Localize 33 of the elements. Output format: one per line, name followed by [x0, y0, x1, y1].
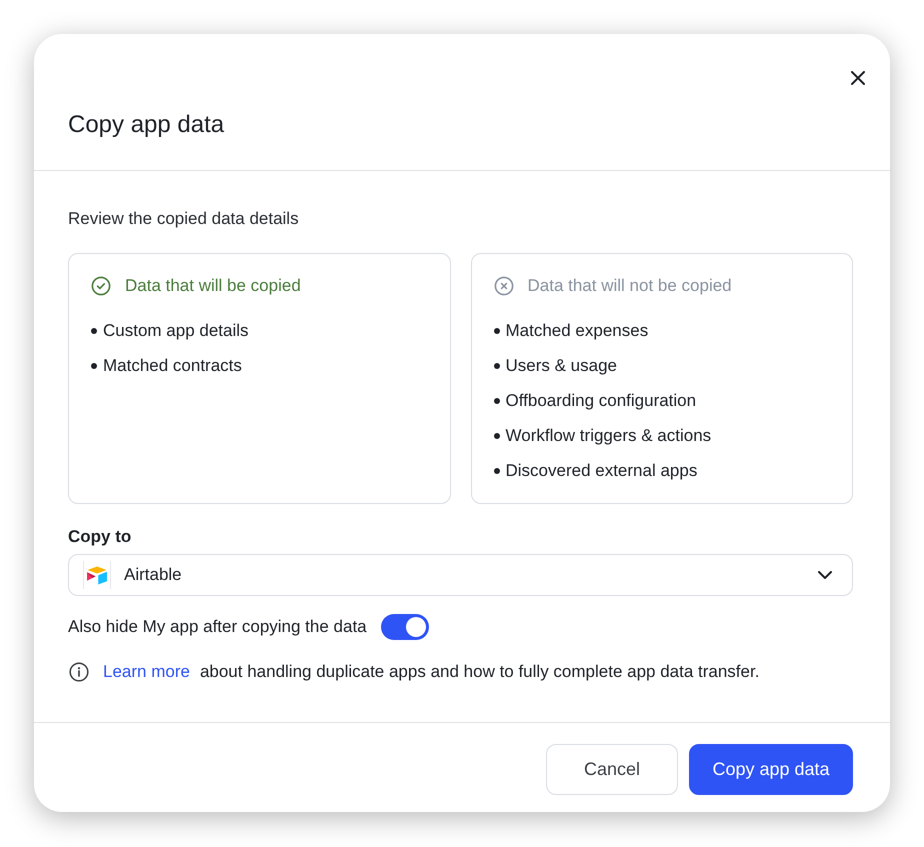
bullet-icon: [494, 433, 500, 439]
list-item-text: Offboarding configuration: [506, 390, 696, 412]
chevron-down-icon: [818, 571, 832, 579]
list-item-text: Users & usage: [506, 355, 617, 377]
info-text: about handling duplicate apps and how to fully complete app data transfer.: [200, 661, 760, 683]
dialog-title: Copy app data: [68, 110, 226, 140]
bullet-icon: [494, 363, 500, 369]
list-item-text: Matched contracts: [103, 355, 242, 377]
learn-more-link[interactable]: Learn more: [103, 660, 190, 684]
bullet-icon: [91, 363, 97, 369]
list-item-text: Workflow triggers & actions: [506, 425, 712, 447]
x-circle-icon: [494, 276, 514, 296]
list-item-text: Discovered external apps: [506, 460, 698, 482]
copy-button[interactable]: Copy app data: [689, 744, 853, 795]
info-icon: [69, 662, 89, 682]
app-select[interactable]: Airtable: [68, 554, 853, 596]
close-icon: [851, 71, 865, 85]
bullet-icon: [494, 328, 500, 334]
bullet-icon: [91, 328, 97, 334]
field-label: Copy to: [68, 526, 132, 548]
list-item-text: Matched expenses: [506, 320, 648, 342]
toggle-switch[interactable]: [380, 614, 429, 640]
intro-text: Review the copied data details: [68, 208, 300, 230]
check-circle-icon: [91, 276, 111, 296]
bullet-icon: [494, 468, 500, 474]
cancel-button[interactable]: Cancel: [546, 744, 678, 795]
panel-heading: Data that will be copied: [125, 275, 301, 297]
bullet-icon: [494, 398, 500, 404]
list-item-text: Custom app details: [103, 320, 249, 342]
toggle-label: Also hide My app after copying the data: [68, 616, 367, 638]
panel-heading: Data that will not be copied: [528, 275, 732, 297]
app-logo-icon: [83, 561, 111, 589]
select-value: Airtable: [124, 564, 183, 586]
